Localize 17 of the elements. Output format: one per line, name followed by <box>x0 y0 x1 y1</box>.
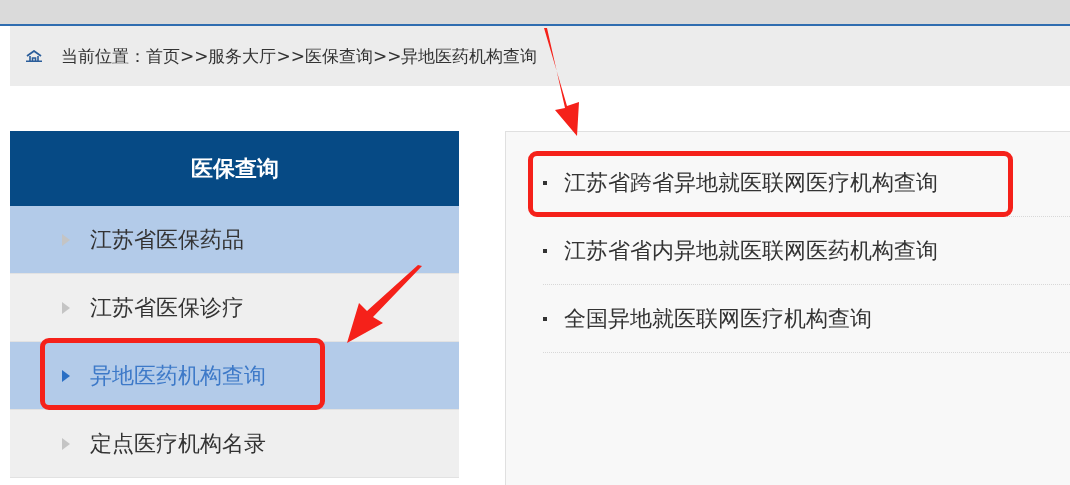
home-icon <box>26 50 42 62</box>
triangle-icon <box>62 301 70 314</box>
sidebar-item[interactable]: 定点医疗机构名录 <box>10 410 459 478</box>
bullet-icon <box>543 316 547 321</box>
bullet-icon <box>543 248 547 253</box>
triangle-icon <box>62 233 70 246</box>
sidebar-title: 医保查询 <box>190 154 279 183</box>
triangle-icon <box>62 437 70 450</box>
query-link[interactable]: 全国异地就医联网医疗机构查询 <box>543 285 1070 353</box>
breadcrumb-trail: 首页>>服务大厅>>医保查询>>异地医药机构查询 <box>146 44 538 68</box>
sidebar-item[interactable]: 江苏省医保诊疗 <box>10 274 459 342</box>
query-link[interactable]: 江苏省跨省异地就医联网医疗机构查询 <box>543 149 1070 217</box>
sidebar-item[interactable]: 江苏省医保药品 <box>10 206 459 274</box>
breadcrumb-label: 当前位置： <box>61 44 146 68</box>
bullet-icon <box>543 180 547 185</box>
query-link[interactable]: 江苏省省内异地就医联网医药机构查询 <box>543 217 1070 285</box>
triangle-icon <box>62 369 70 382</box>
